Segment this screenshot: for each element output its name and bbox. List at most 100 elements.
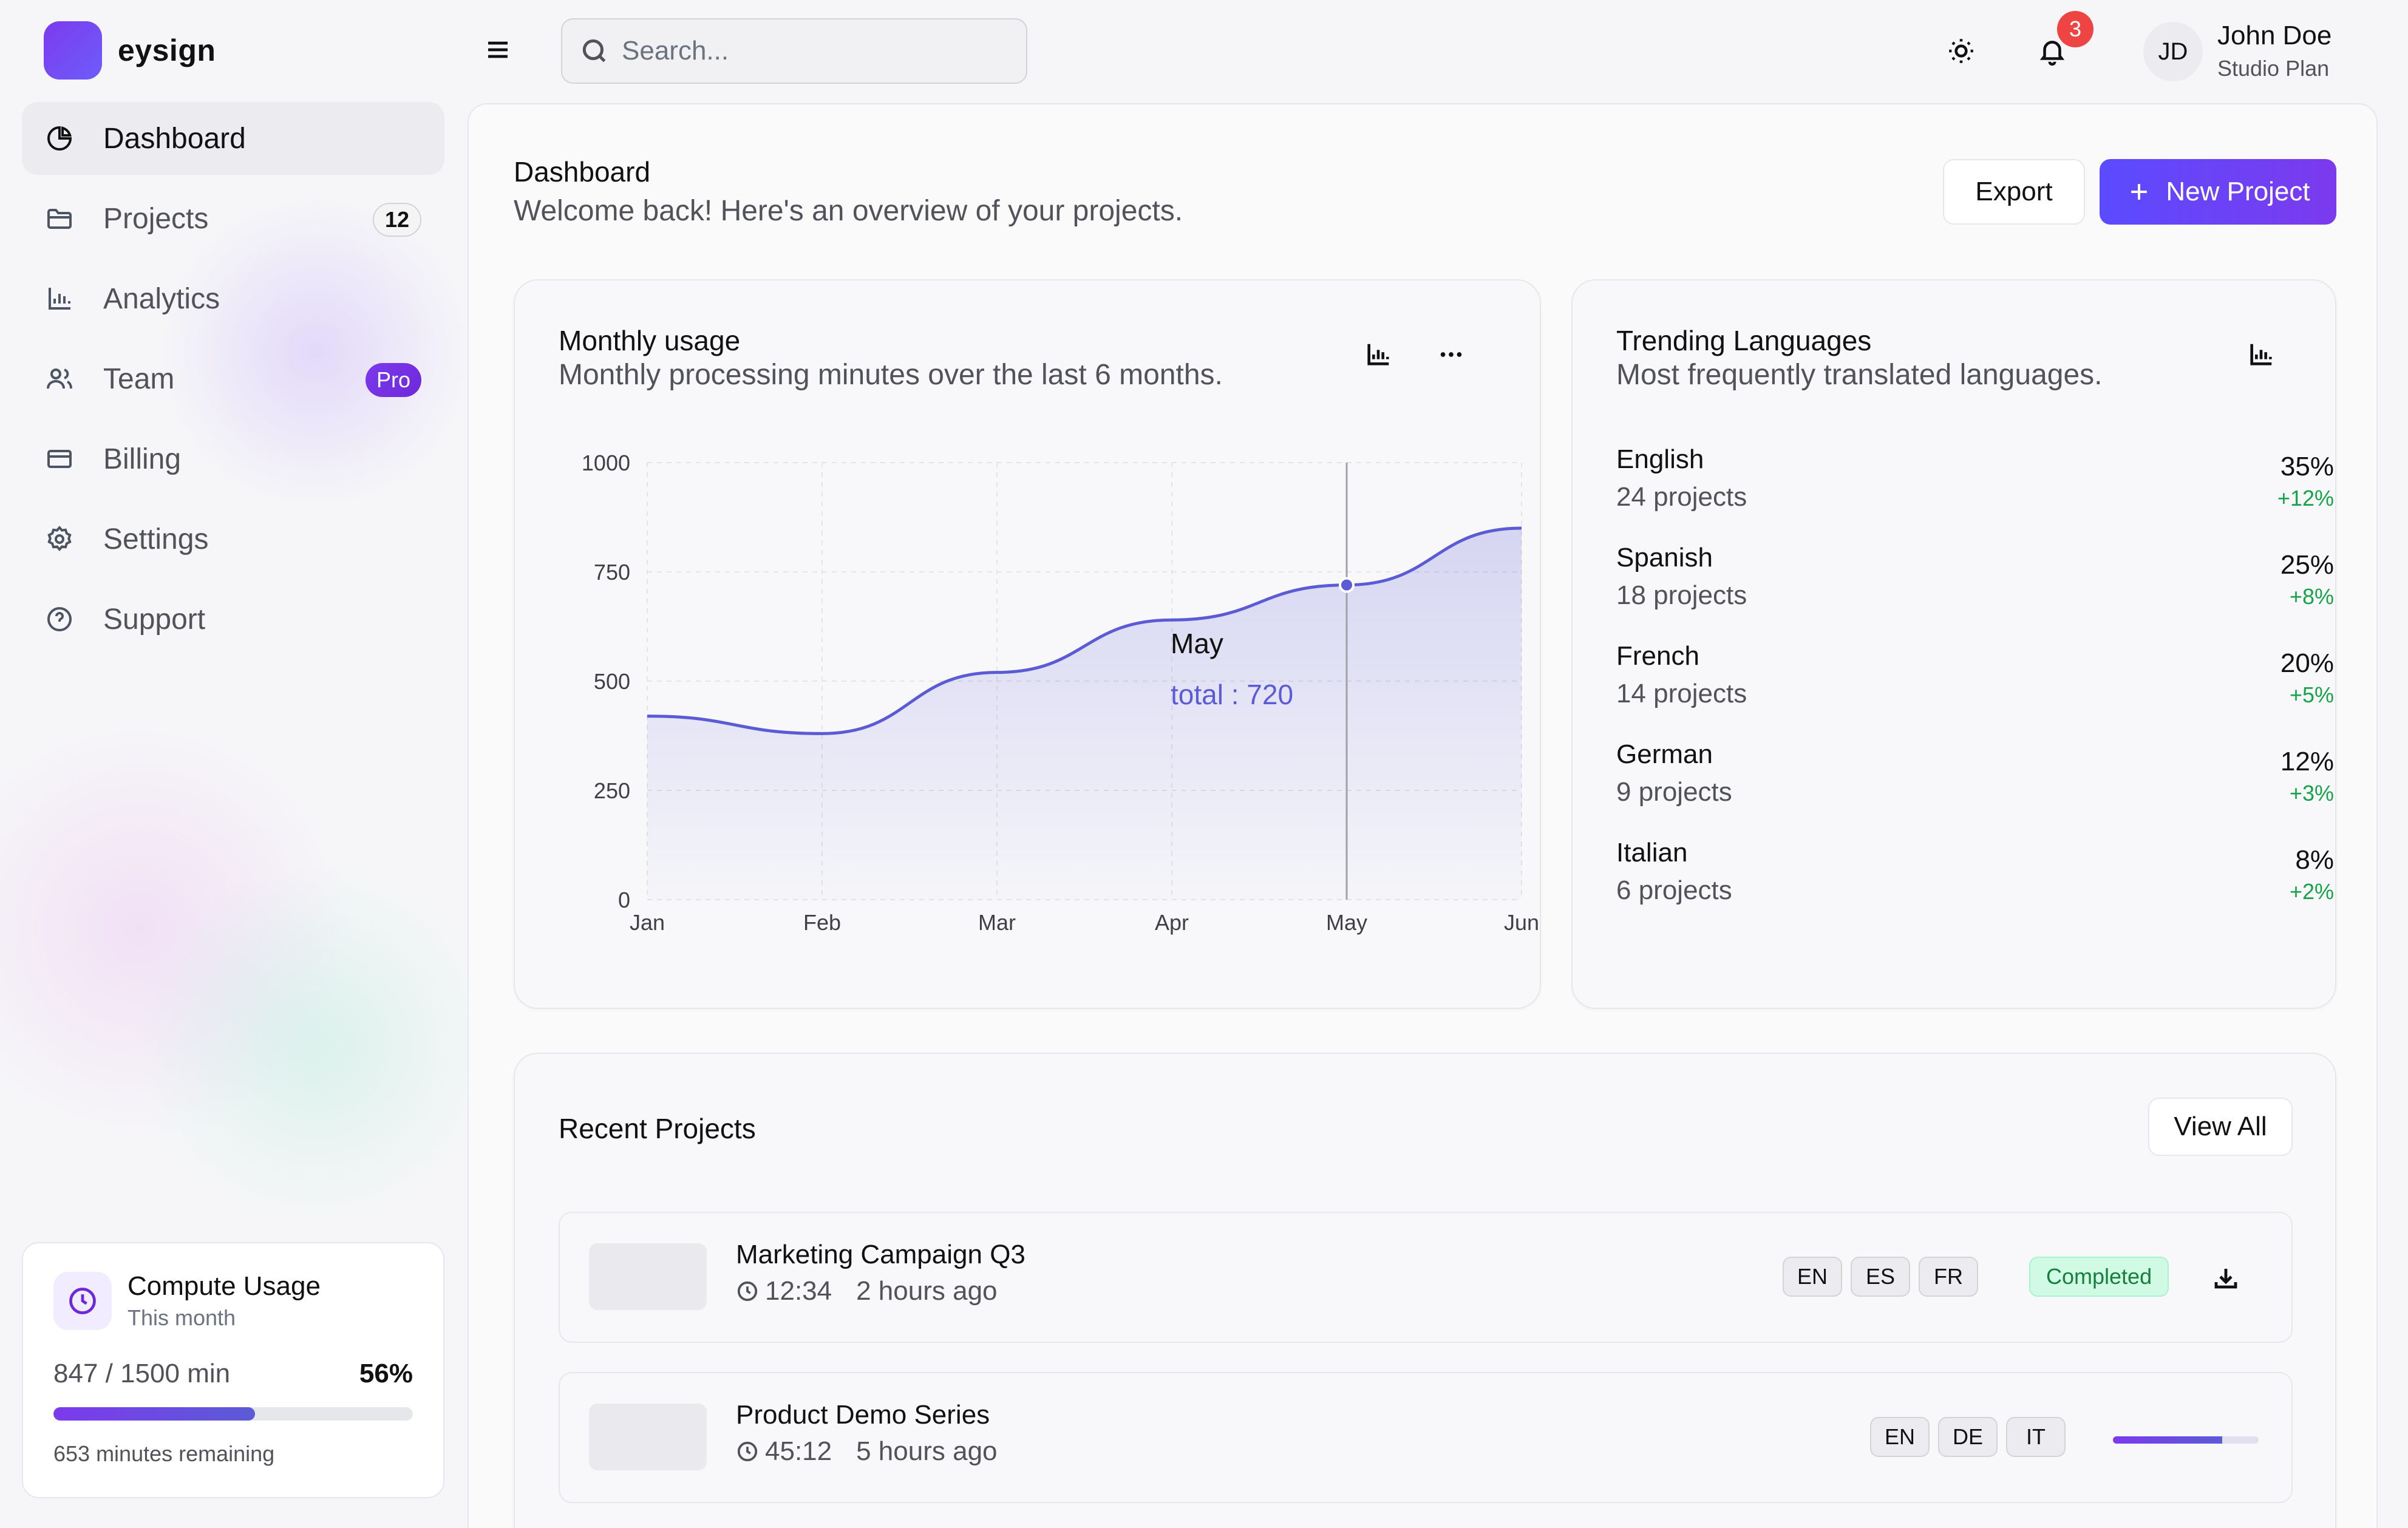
user-plan: Studio Plan <box>2217 56 2330 81</box>
sidebar-item-team[interactable]: Team Pro <box>22 342 444 415</box>
language-name: German <box>1616 739 1713 769</box>
search-box[interactable] <box>561 18 1027 84</box>
language-percent: 35% <box>2280 452 2334 481</box>
pro-badge: Pro <box>365 363 421 397</box>
brand[interactable]: eysign <box>44 21 216 80</box>
export-button[interactable]: Export <box>1943 159 2085 225</box>
language-tag: DE <box>1938 1417 1998 1457</box>
bar-chart-icon <box>44 283 75 314</box>
tooltip-value: total : 720 <box>1171 679 1293 710</box>
list-item[interactable]: English 24 projects 35% +12% <box>1616 444 2334 543</box>
card-title: Trending Languages <box>1616 325 1872 356</box>
trending-languages-card: Trending Languages Most frequently trans… <box>1571 279 2336 1009</box>
list-item[interactable]: German 9 projects 12% +3% <box>1616 739 2334 838</box>
chart-type-button[interactable] <box>2243 336 2279 373</box>
x-tick-label: Mar <box>978 910 1016 935</box>
menu-toggle-button[interactable] <box>481 33 515 67</box>
download-button[interactable] <box>2208 1260 2244 1297</box>
avatar[interactable]: JD <box>2143 22 2203 81</box>
project-row[interactable]: Marketing Campaign Q3 12:34 2 hours ago … <box>559 1212 2293 1343</box>
notification-count-badge: 3 <box>2057 11 2093 47</box>
new-project-button[interactable]: New Project <box>2100 159 2336 225</box>
usage-area-chart: 0 250 500 750 1000 Jan Feb Mar Apr May Jun May total… <box>582 450 1539 935</box>
x-tick-label: Apr <box>1155 910 1189 935</box>
app-root: eysign Dashboard Projects 12 Analytics T… <box>0 0 2408 1528</box>
language-percent: 20% <box>2280 648 2334 678</box>
highlight-point <box>1339 577 1355 593</box>
project-time-ago: 2 hours ago <box>856 1276 998 1306</box>
list-item[interactable]: French 14 projects 20% +5% <box>1616 641 2334 739</box>
project-meta: 12:34 2 hours ago <box>736 1276 998 1306</box>
language-percent: 12% <box>2280 747 2334 776</box>
brand-name: eysign <box>118 33 216 67</box>
theme-toggle-button[interactable] <box>1943 33 1979 69</box>
sidebar-item-settings[interactable]: Settings <box>22 503 444 576</box>
project-name: Marketing Campaign Q3 <box>736 1240 1025 1269</box>
hamburger-icon <box>488 41 508 58</box>
view-all-button[interactable]: View All <box>2148 1098 2293 1156</box>
sidebar-nav: Dashboard Projects 12 Analytics Team Pro… <box>22 102 444 663</box>
language-tag: EN <box>1783 1257 1843 1297</box>
project-progress-fill <box>2113 1436 2222 1444</box>
y-tick-label: 750 <box>594 560 630 585</box>
language-name: Italian <box>1616 838 1688 868</box>
sidebar-item-support[interactable]: Support <box>22 583 444 656</box>
card-title: Recent Projects <box>559 1113 756 1144</box>
clock-icon <box>53 1272 112 1330</box>
monthly-usage-card: Monthly usage Monthly processing minutes… <box>514 279 1541 1009</box>
y-tick-label: 1000 <box>582 450 630 475</box>
sidebar-item-label: Billing <box>103 443 182 475</box>
tooltip-label: May <box>1171 628 1223 659</box>
y-tick-label: 500 <box>594 669 630 694</box>
sidebar-item-dashboard[interactable]: Dashboard <box>22 102 444 175</box>
new-project-label: New Project <box>2166 177 2310 206</box>
sidebar-item-label: Analytics <box>103 282 220 315</box>
language-delta: +12% <box>2277 486 2334 511</box>
plus-icon <box>2131 184 2148 200</box>
sidebar-item-label: Team <box>103 362 175 395</box>
y-tick-label: 0 <box>618 888 630 912</box>
user-name[interactable]: John Doe <box>2217 21 2331 51</box>
project-name: Product Demo Series <box>736 1400 990 1430</box>
sidebar-item-analytics[interactable]: Analytics <box>22 262 444 335</box>
x-tick-label: Jun <box>1504 910 1539 935</box>
recent-projects-card: Recent Projects View All Marketing Campa… <box>514 1053 2336 1528</box>
sidebar-item-billing[interactable]: Billing <box>22 423 444 495</box>
project-time-ago: 5 hours ago <box>856 1436 998 1466</box>
usage-progress-fill <box>53 1407 255 1421</box>
clock-icon <box>737 1281 758 1302</box>
language-tag: FR <box>1919 1257 1978 1297</box>
language-projects: 9 projects <box>1616 777 1732 807</box>
language-tag: ES <box>1851 1257 1910 1297</box>
bar-chart-icon <box>2250 344 2272 365</box>
language-delta: +8% <box>2289 584 2334 609</box>
help-circle-icon <box>44 603 75 635</box>
project-duration: 45:12 <box>765 1436 832 1466</box>
project-meta: 45:12 5 hours ago <box>736 1436 998 1467</box>
language-name: French <box>1616 641 1699 671</box>
project-progress-bar <box>2113 1436 2259 1444</box>
gear-icon <box>44 523 75 555</box>
credit-card-icon <box>44 443 75 475</box>
compute-usage-card: Compute Usage This month 847 / 1500 min … <box>22 1242 444 1498</box>
page-subtitle: Welcome back! Here's an overview of your… <box>514 195 1183 227</box>
sidebar-item-label: Dashboard <box>103 122 246 155</box>
list-item[interactable]: Italian 6 projects 8% +2% <box>1616 838 2334 936</box>
list-item[interactable]: Spanish 18 projects 25% +8% <box>1616 543 2334 641</box>
language-name: English <box>1616 444 1704 474</box>
count-badge: 12 <box>372 203 421 237</box>
search-input[interactable] <box>622 36 986 66</box>
y-tick-label: 250 <box>594 778 630 803</box>
language-name: Spanish <box>1616 543 1713 572</box>
sidebar-item-projects[interactable]: Projects 12 <box>22 182 444 255</box>
folder-icon <box>44 203 75 234</box>
language-delta: +5% <box>2289 682 2334 707</box>
clock-icon <box>737 1441 758 1462</box>
language-projects: 14 projects <box>1616 679 1747 708</box>
usage-minutes: 847 / 1500 min <box>53 1359 231 1388</box>
project-duration: 12:34 <box>765 1276 832 1306</box>
usage-title: Compute Usage <box>128 1271 321 1301</box>
project-row[interactable]: Product Demo Series 45:12 5 hours ago EN… <box>559 1372 2293 1503</box>
series-area <box>647 528 1522 900</box>
language-tag: EN <box>1870 1417 1930 1457</box>
